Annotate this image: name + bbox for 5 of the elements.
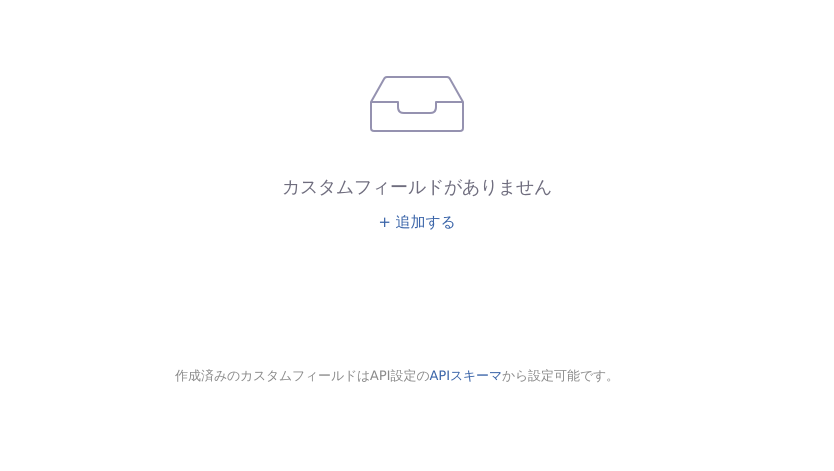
empty-state-title: カスタムフィールドがありません bbox=[282, 176, 552, 199]
add-link[interactable]: + 追加する bbox=[378, 213, 456, 232]
inbox-tray-icon bbox=[369, 76, 465, 132]
api-schema-link[interactable]: APIスキーマ bbox=[430, 369, 502, 384]
footer-note: 作成済みのカスタムフィールドはAPI設定のAPIスキーマから設定可能です。 bbox=[174, 368, 620, 385]
